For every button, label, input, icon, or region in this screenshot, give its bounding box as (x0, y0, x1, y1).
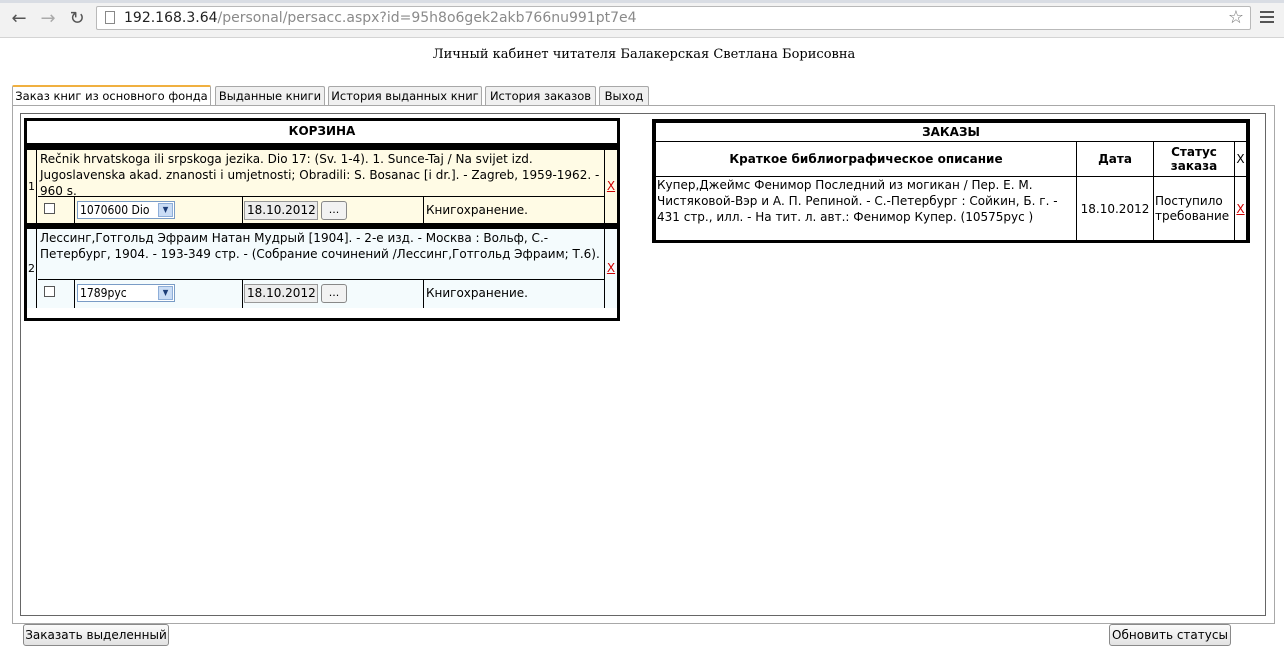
cart-item-number: 1 (27, 150, 37, 223)
back-arrow-icon[interactable]: ← (8, 8, 30, 30)
order-selected-button[interactable]: Заказать выделенный (23, 624, 169, 646)
url-text[interactable]: 192.168.3.64/personal/persacc.aspx?id=95… (124, 10, 637, 26)
order-date: 18.10.2012 (1076, 176, 1154, 241)
copy-select[interactable]: 1789рус ▼ (77, 284, 175, 302)
cart-item-delete-link[interactable]: X (604, 150, 617, 223)
cart-title: КОРЗИНА (27, 121, 617, 144)
order-description: Купер,Джеймс Фенимор Последний из могика… (655, 176, 1077, 241)
tab-exit[interactable]: Выход (599, 86, 649, 105)
location-cell: Книгохранение. (424, 280, 604, 308)
copy-cell: 1070600 Dio ▼ (75, 197, 243, 224)
url-path: /personal/persacc.aspx?id=95h8o6gek2akb7… (217, 10, 637, 26)
column-header-description: Краткое библиографическое описание (655, 141, 1077, 177)
column-header-status: Статус заказа (1153, 141, 1235, 177)
date-input[interactable]: 18.10.2012 (244, 284, 318, 303)
reload-icon[interactable]: ↻ (66, 8, 88, 30)
browser-toolbar: ← → ↻ 192.168.3.64/personal/persacc.aspx… (0, 0, 1284, 38)
column-header-date: Дата (1076, 141, 1154, 177)
date-input[interactable]: 18.10.2012 (244, 201, 318, 220)
date-cell: 18.10.2012 ... (243, 280, 424, 308)
checkbox-cell (38, 280, 75, 308)
date-picker-button[interactable]: ... (321, 201, 347, 220)
cart-item-controls: 1070600 Dio ▼ 18.10.2012 ... Книгохранени… (38, 196, 604, 224)
chevron-down-icon: ▼ (158, 203, 173, 217)
copy-select-value: 1789рус (80, 286, 127, 300)
bookmark-star-icon[interactable]: ☆ (1228, 7, 1244, 28)
tab-issued-books[interactable]: Выданные книги (215, 86, 325, 105)
cart-item-description: Лессинг,Готгольд Эфраим Натан Мудрый [19… (40, 231, 600, 261)
cart-table: КОРЗИНА 1 Rečnik hrvatskoga ili srpskoga… (24, 118, 620, 321)
forward-arrow-icon[interactable]: → (37, 8, 59, 30)
tab-order-books[interactable]: Заказ книг из основного фонда (12, 85, 211, 106)
storage-location: Книгохранение. (426, 286, 528, 300)
date-picker-button[interactable]: ... (321, 284, 347, 303)
cart-item-number: 2 (27, 229, 37, 308)
storage-location: Книгохранение. (426, 203, 528, 217)
menu-icon[interactable] (1260, 8, 1274, 26)
checkbox-cell (38, 197, 75, 224)
order-delete-link[interactable]: X (1234, 176, 1247, 241)
tab-issued-history[interactable]: История выданных книг (328, 86, 482, 105)
page-title: Личный кабинет читателя Балакерская Свет… (432, 47, 856, 62)
cart-item-checkbox[interactable] (44, 203, 55, 214)
cart-item: 1 Rečnik hrvatskoga ili srpskoga jezika.… (27, 150, 617, 224)
cart-item: 2 Лессинг,Готгольд Эфраим Натан Мудрый [… (27, 229, 617, 308)
cart-item-controls: 1789рус ▼ 18.10.2012 ... Книгохранение. (38, 279, 604, 308)
table-row: Купер,Джеймс Фенимор Последний из могика… (655, 176, 1247, 241)
location-cell: Книгохранение. (424, 197, 604, 224)
date-cell: 18.10.2012 ... (243, 197, 424, 224)
orders-title: ЗАКАЗЫ (655, 122, 1247, 142)
browser-tabstrip (0, 0, 1284, 3)
order-status: Поступило требование (1153, 176, 1235, 241)
column-header-delete: X (1234, 141, 1247, 177)
chevron-down-icon: ▼ (158, 286, 173, 300)
page-icon (105, 11, 115, 24)
cart-item-delete-link[interactable]: X (604, 229, 617, 308)
cart-item-description: Rečnik hrvatskoga ili srpskoga jezika. D… (40, 152, 600, 198)
copy-select[interactable]: 1070600 Dio ▼ (77, 201, 175, 219)
address-bar[interactable]: 192.168.3.64/personal/persacc.aspx?id=95… (96, 6, 1251, 30)
copy-select-value: 1070600 Dio (80, 203, 150, 217)
refresh-status-button[interactable]: Обновить статусы (1109, 624, 1231, 646)
url-host: 192.168.3.64 (124, 10, 218, 26)
cart-item-checkbox[interactable] (44, 286, 55, 297)
tab-orders-history[interactable]: История заказов (485, 86, 596, 105)
orders-table: ЗАКАЗЫ Краткое библиографическое описани… (652, 119, 1250, 243)
copy-cell: 1789рус ▼ (75, 280, 243, 308)
